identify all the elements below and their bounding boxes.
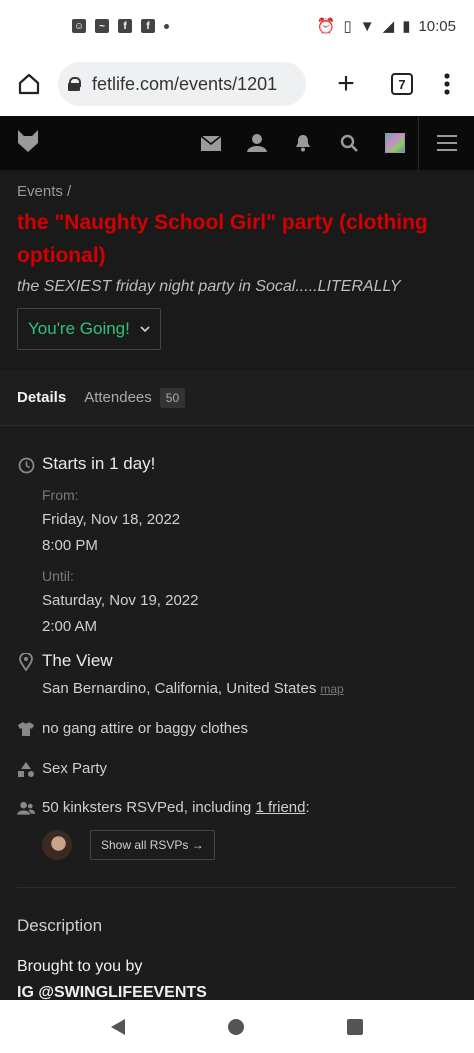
starts-text: Starts in 1 day! — [42, 454, 156, 473]
dress-code-text: no gang attire or baggy clothes — [42, 720, 248, 737]
venue-row: The View — [17, 651, 113, 671]
tab-attendees-label: Attendees — [84, 389, 152, 406]
description-line-1: Brought to you by — [17, 958, 143, 975]
tab-count: 7 — [391, 73, 413, 95]
event-header: Events / the "Naughty School Girl" party… — [0, 170, 474, 370]
location-text: San Bernardino, California, United State… — [42, 680, 317, 697]
browser-menu-button[interactable] — [432, 64, 462, 104]
facebook-icon-2: f — [141, 19, 155, 33]
until-label: Until: — [42, 568, 74, 584]
profile-button[interactable] — [234, 116, 280, 170]
inbox-button[interactable] — [188, 116, 234, 170]
category-row: Sex Party — [17, 760, 107, 778]
event-subtitle: the SEXIEST friday night party in Socal.… — [17, 278, 401, 295]
dress-code-row: no gang attire or baggy clothes — [17, 720, 248, 738]
battery-icon: ▮ — [402, 18, 411, 35]
url-text: fetlife.com/events/1201 — [92, 73, 278, 94]
attendee-avatar[interactable] — [42, 830, 72, 860]
hamburger-icon — [436, 135, 457, 151]
search-button[interactable] — [326, 116, 372, 170]
rsvp-suffix: : — [305, 799, 310, 816]
attendees-count-badge: 50 — [159, 387, 186, 408]
back-icon — [111, 1018, 126, 1035]
system-icons: ⏰ ▯ ▼ ◢ ▮ 10:05 — [316, 17, 456, 36]
tab-attendees[interactable]: Attendees 50 — [84, 387, 186, 408]
clock: 10:05 — [418, 17, 456, 35]
friend-link[interactable]: 1 friend — [255, 799, 305, 816]
event-details: Starts in 1 day! From: Friday, Nov 18, 2… — [0, 426, 474, 1001]
map-pin-icon — [17, 653, 35, 671]
show-all-rsvps-button[interactable]: Show all RSVPs → — [90, 830, 215, 860]
envelope-icon — [201, 135, 221, 151]
tab-switcher-button[interactable]: 7 — [382, 64, 422, 104]
site-menu-button[interactable] — [418, 116, 474, 170]
clock-icon — [17, 456, 35, 474]
notification-icons: ☺ ~ f f — [72, 19, 169, 33]
category-text: Sex Party — [42, 760, 108, 777]
new-tab-button[interactable]: + — [326, 64, 366, 104]
from-time: 8:00 PM — [42, 537, 98, 554]
rsvp-prefix: 50 kinksters RSVPed, including — [42, 799, 256, 816]
shirt-icon — [17, 720, 35, 738]
shapes-icon — [17, 760, 35, 778]
location-row: San Bernardino, California, United State… — [42, 680, 344, 697]
until-time: 2:00 AM — [42, 618, 98, 635]
description-body: Brought to you by IG @SWINGLIFEEVENTS — [17, 954, 207, 1006]
users-icon — [17, 799, 35, 817]
user-icon — [247, 134, 267, 152]
alarm-icon: ⏰ — [316, 18, 336, 35]
description-heading: Description — [17, 916, 103, 935]
venue-name: The View — [42, 651, 113, 670]
map-link[interactable]: map — [320, 682, 343, 696]
more-notifications-icon — [164, 23, 169, 29]
vibrate-icon: ▯ — [343, 18, 352, 35]
home-nav-button[interactable] — [220, 1011, 252, 1043]
avatar — [385, 133, 405, 153]
home-button[interactable] — [12, 67, 46, 101]
recents-button[interactable] — [339, 1011, 371, 1043]
rsvp-summary-text: 50 kinksters RSVPed, including 1 friend: — [42, 799, 310, 816]
android-nav-bar — [0, 1000, 474, 1053]
back-button[interactable] — [103, 1011, 133, 1043]
rsvp-status-label: You're Going! — [28, 319, 130, 338]
facebook-icon: f — [118, 19, 132, 33]
rsvp-status-button[interactable]: You're Going! — [17, 308, 161, 350]
start-row: Starts in 1 day! — [17, 454, 155, 474]
fetlife-logo[interactable] — [17, 129, 39, 158]
chevron-down-icon — [140, 325, 150, 332]
activity-icon: ~ — [95, 19, 109, 33]
event-tabs: Details Attendees 50 — [0, 370, 474, 426]
snapchat-icon: ☺ — [72, 19, 86, 33]
recents-icon — [346, 1018, 363, 1035]
wifi-icon: ▼ — [359, 17, 375, 35]
rsvp-preview-row: Show all RSVPs → — [42, 830, 215, 860]
home-circle-icon — [227, 1018, 244, 1035]
home-icon — [18, 73, 40, 95]
logo-icon — [18, 129, 38, 152]
bell-icon — [296, 135, 310, 152]
status-bar: ☺ ~ f f ⏰ ▯ ▼ ◢ ▮ 10:05 — [0, 0, 474, 52]
event-title: the "Naughty School Girl" party (clothin… — [17, 211, 428, 267]
kebab-menu-icon — [444, 73, 450, 95]
breadcrumb[interactable]: Events / — [17, 183, 457, 200]
notifications-button[interactable] — [280, 116, 326, 170]
until-date: Saturday, Nov 19, 2022 — [42, 592, 199, 609]
from-label: From: — [42, 487, 79, 503]
site-nav — [0, 116, 474, 170]
lock-icon — [68, 77, 81, 91]
section-divider — [17, 887, 457, 888]
browser-toolbar: fetlife.com/events/1201 + 7 — [0, 52, 474, 116]
url-field[interactable]: fetlife.com/events/1201 — [58, 62, 306, 106]
search-icon — [340, 134, 358, 152]
rsvp-summary-row: 50 kinksters RSVPed, including 1 friend: — [17, 799, 310, 817]
from-date: Friday, Nov 18, 2022 — [42, 511, 181, 528]
tab-details[interactable]: Details — [17, 389, 66, 406]
account-avatar-button[interactable] — [372, 116, 418, 170]
signal-icon: ◢ — [382, 18, 395, 35]
plus-icon: + — [337, 67, 355, 100]
date-block: From: Friday, Nov 18, 2022 8:00 PM Until… — [42, 487, 199, 635]
